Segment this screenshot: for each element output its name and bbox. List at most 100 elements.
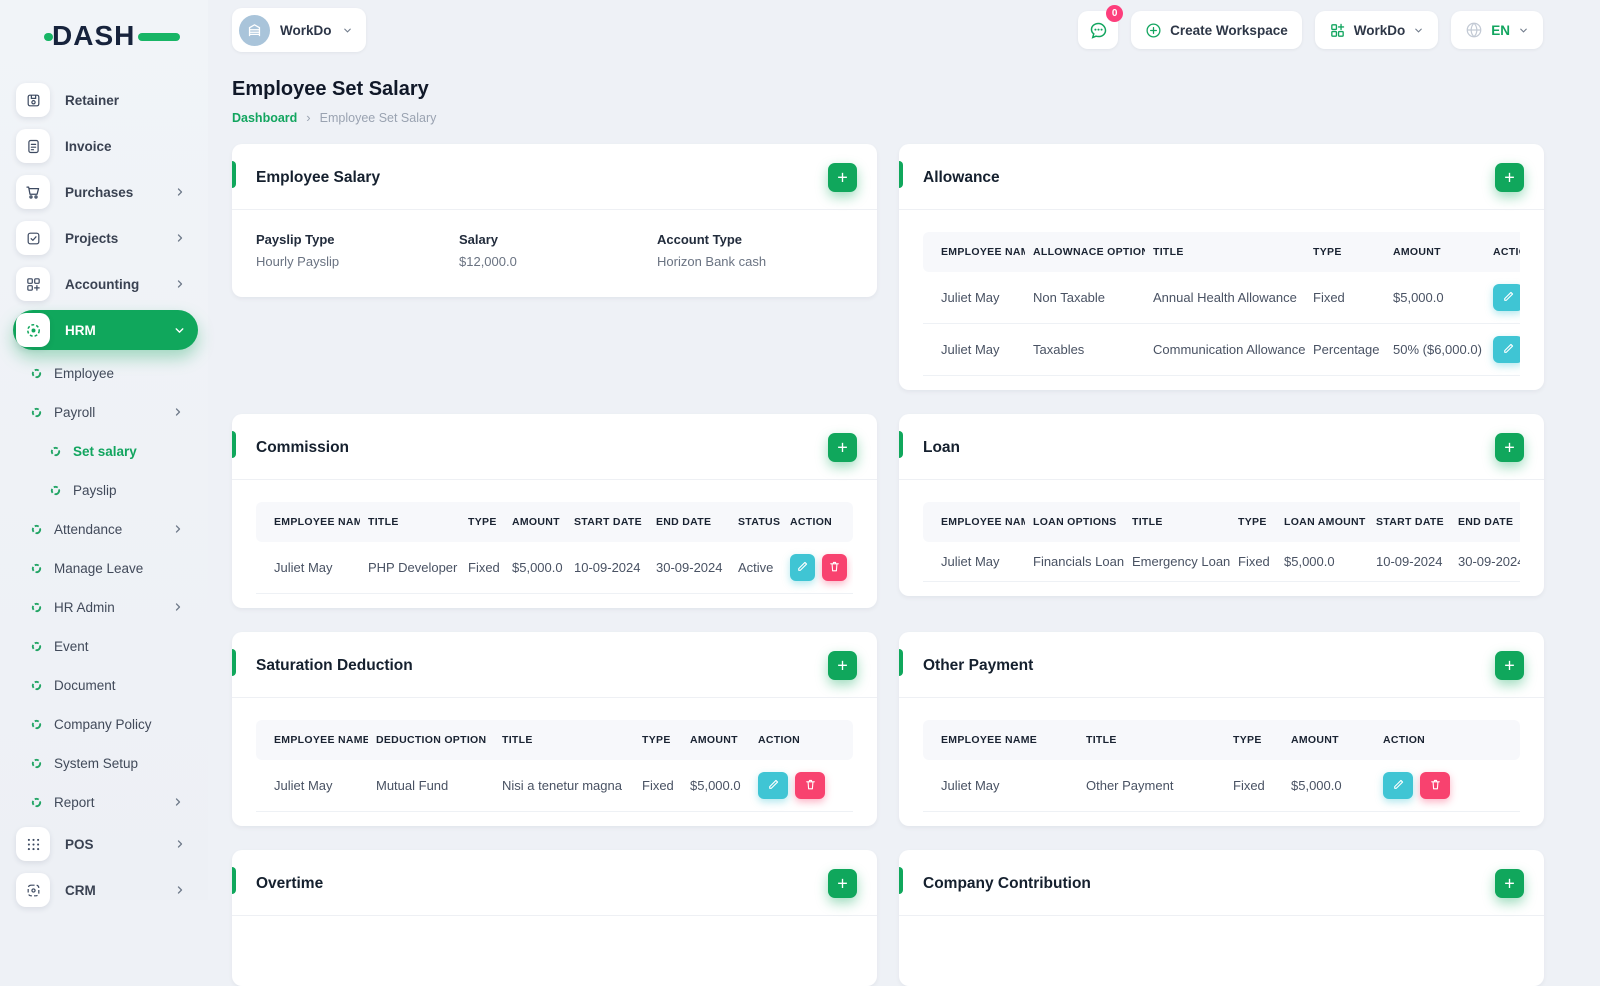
workspace-menu-button[interactable]: WorkDo — [1314, 11, 1439, 49]
other-payment-card: Other Payment EMPLOYEE NAMETITLETYPEAMOU… — [899, 632, 1544, 826]
sidebar-item-payslip[interactable]: Payslip — [13, 473, 198, 507]
table-cell: PHP Developer — [360, 542, 460, 594]
column-header: TYPE — [1225, 720, 1283, 760]
topbar-actions: 0 Create Workspace WorkDo EN — [1078, 5, 1543, 49]
sidebar-item-attendance[interactable]: Attendance — [13, 512, 198, 546]
delete-button[interactable] — [795, 772, 825, 799]
sidebar-item-label: Invoice — [65, 138, 112, 154]
sidebar-item-label: CRM — [65, 882, 96, 898]
pencil-icon — [796, 560, 809, 576]
table-cell: Other Payment — [1078, 760, 1225, 812]
sidebar-item-company-policy[interactable]: Company Policy — [13, 707, 198, 741]
edit-button[interactable] — [790, 554, 815, 581]
add-loan-button[interactable] — [1495, 433, 1524, 462]
add-other-payment-button[interactable] — [1495, 651, 1524, 680]
chevron-right-icon — [172, 406, 184, 418]
column-header: EMPLOYEE NAME — [256, 720, 368, 760]
sidebar-item-retainer[interactable]: Retainer — [13, 80, 198, 120]
add-commission-button[interactable] — [828, 433, 857, 462]
messages-button[interactable]: 0 — [1078, 5, 1124, 49]
column-header: STATUS — [730, 502, 782, 542]
card-title: Company Contribution — [923, 874, 1091, 892]
table-cell: Juliet May — [923, 323, 1025, 376]
delete-button[interactable] — [822, 554, 847, 581]
sidebar-item-system-setup[interactable]: System Setup — [13, 746, 198, 780]
sidebar-item-payroll[interactable]: Payroll — [13, 395, 198, 429]
edit-button[interactable] — [758, 772, 788, 799]
trash-icon — [1429, 778, 1442, 794]
table-cell: Juliet May — [923, 760, 1078, 812]
add-company-contribution-button[interactable] — [1495, 869, 1524, 898]
sidebar-item-employee[interactable]: Employee — [13, 356, 198, 390]
table-cell: $5,000.0 — [504, 542, 566, 594]
pencil-icon — [1502, 342, 1515, 358]
column-header: ACTION — [782, 502, 853, 542]
edit-button[interactable] — [1493, 284, 1520, 311]
table-cell: $5,000.0 — [1276, 542, 1368, 582]
sidebar-item-purchases[interactable]: Purchases — [13, 172, 198, 212]
sidebar-item-hrm[interactable]: HRM — [13, 310, 198, 350]
floppy-icon — [16, 83, 50, 117]
breadcrumb: Dashboard › Employee Set Salary — [232, 110, 436, 125]
sidebar-item-accounting[interactable]: Accounting — [13, 264, 198, 304]
trash-icon — [804, 778, 817, 794]
loan-card: Loan EMPLOYEE NAMELOAN OPTIONSTITLETYPEL… — [899, 414, 1544, 596]
table-cell: 10-09-2024 — [1368, 542, 1450, 582]
chevron-right-icon — [172, 796, 184, 808]
sidebar-item-label: Event — [54, 638, 89, 654]
sidebar-item-report[interactable]: Report — [13, 785, 198, 819]
column-header: EMPLOYEE NAME — [923, 232, 1025, 272]
field-account-type: Account Type Horizon Bank cash — [657, 232, 853, 269]
table-cell: Taxables — [1025, 323, 1145, 376]
chevron-down-icon — [1413, 25, 1424, 36]
sidebar-item-document[interactable]: Document — [13, 668, 198, 702]
card-header: Employee Salary — [232, 144, 877, 210]
sidebar-item-pos[interactable]: POS — [13, 824, 198, 864]
card-body — [899, 916, 1544, 986]
saturation-deduction-table: EMPLOYEE NAME DEDUCTION OPTION TITLE TYPE AM… — [256, 720, 853, 812]
card-header: Commission — [232, 414, 877, 480]
field-salary: Salary $12,000.0 — [459, 232, 657, 269]
column-header: AMOUNT — [504, 502, 566, 542]
checkbox-icon — [16, 221, 50, 255]
grid-plus-icon — [16, 267, 50, 301]
create-workspace-button[interactable]: Create Workspace — [1131, 11, 1302, 49]
column-header: TITLE — [1145, 232, 1305, 272]
table-cell: Percentage — [1305, 323, 1385, 376]
globe-icon — [1466, 22, 1482, 38]
add-allowance-button[interactable] — [1495, 163, 1524, 192]
column-header: EMPLOYEE NAME — [923, 502, 1025, 542]
sidebar-item-hr-admin[interactable]: HR Admin — [13, 590, 198, 624]
breadcrumb-dashboard-link[interactable]: Dashboard — [232, 111, 297, 125]
table-row: Juliet May PHP Developer Fixed $5,000.0 10-0… — [256, 542, 853, 594]
sidebar-item-label: Report — [54, 794, 95, 810]
column-header: ALLOWNACE OPTION — [1025, 232, 1145, 272]
sidebar-item-invoice[interactable]: Invoice — [13, 126, 198, 166]
language-selector[interactable]: EN — [1451, 11, 1543, 49]
table-cell: Communication Allowance — [1145, 323, 1305, 376]
sidebar-item-crm[interactable]: CRM — [13, 870, 198, 910]
table-cell: Emergency Loan — [1124, 542, 1230, 582]
card-header: Saturation Deduction — [232, 632, 877, 698]
column-header: EMPLOYEE NAME — [256, 502, 360, 542]
employee-salary-card: Employee Salary Payslip Type Hourly Pays… — [232, 144, 877, 297]
column-header: END DATE — [648, 502, 730, 542]
sidebar-item-projects[interactable]: Projects — [13, 218, 198, 258]
workspace-menu-label: WorkDo — [1353, 22, 1406, 38]
edit-button[interactable] — [1383, 772, 1413, 799]
add-employee-salary-button[interactable] — [828, 163, 857, 192]
sidebar-item-event[interactable]: Event — [13, 629, 198, 663]
edit-button[interactable] — [1493, 336, 1520, 363]
app-logo: DASH — [44, 20, 180, 52]
sidebar-item-set-salary[interactable]: Set salary — [13, 434, 198, 468]
sidebar-item-label: Purchases — [65, 184, 134, 200]
messages-badge: 0 — [1106, 5, 1124, 22]
add-overtime-button[interactable] — [828, 869, 857, 898]
table-row: Juliet May Taxables Communication Allowanc… — [923, 323, 1520, 376]
sidebar-item-manage-leave[interactable]: Manage Leave — [13, 551, 198, 585]
delete-button[interactable] — [1420, 772, 1450, 799]
workspace-selector[interactable]: WorkDo — [232, 8, 366, 52]
crm-icon — [16, 873, 50, 907]
add-saturation-deduction-button[interactable] — [828, 651, 857, 680]
commission-table: EMPLOYEE NAMETITLETYPEAMOUNTSTART DATEEN… — [256, 502, 853, 594]
